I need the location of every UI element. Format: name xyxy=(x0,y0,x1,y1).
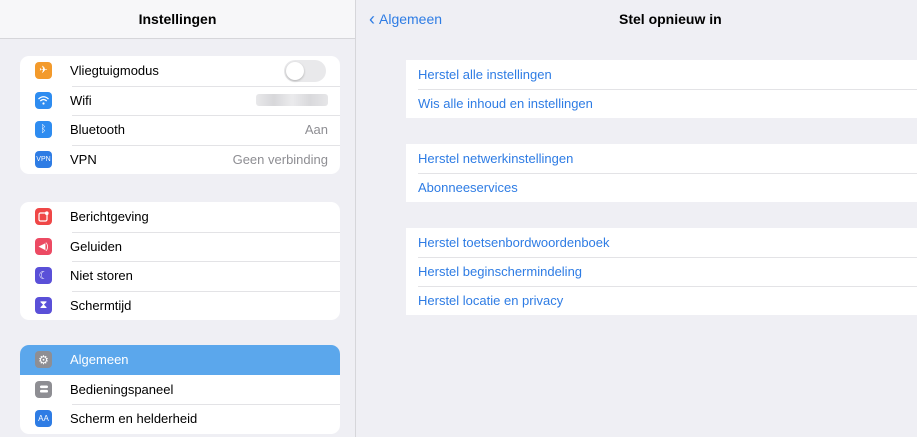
airplane-mode-toggle[interactable] xyxy=(284,59,326,82)
airplane-icon: ✈ xyxy=(35,62,52,80)
bluetooth-status: Aan xyxy=(304,122,328,138)
control-center-icon xyxy=(35,380,52,398)
notifications-icon xyxy=(35,208,52,226)
sidebar-item-label: Algemeen xyxy=(70,352,129,368)
reset-panel: ‹ Algemeen Stel opnieuw in Herstel alle … xyxy=(357,0,917,437)
sidebar-item-label: Schermtijd xyxy=(70,297,132,313)
sidebar-item-airplane-mode[interactable]: ✈ Vliegtuigmodus xyxy=(20,56,340,86)
hourglass-icon: ⧗ xyxy=(35,296,52,314)
navigation-bar: ‹ Algemeen Stel opnieuw in xyxy=(357,0,917,38)
back-button-label: Algemeen xyxy=(379,11,443,27)
sidebar-item-wifi[interactable]: Wifi xyxy=(20,85,340,116)
sidebar-title: Instellingen xyxy=(0,0,355,39)
connectivity-group: ✈ Vliegtuigmodus Wifi ᛒ Bluetooth Aan VP… xyxy=(20,56,340,174)
sidebar-item-label: VPN xyxy=(70,151,97,167)
sidebar-item-bluetooth[interactable]: ᛒ Bluetooth Aan xyxy=(20,115,340,145)
reset-group-settings: Herstel alle instellingen Wis alle inhou… xyxy=(406,60,917,118)
sidebar-item-control-center[interactable]: Bedieningspaneel xyxy=(20,375,340,405)
display-icon: AA xyxy=(35,410,52,428)
reset-group-network: Herstel netwerkinstellingen Abonneeservi… xyxy=(406,144,917,202)
sidebar-item-do-not-disturb[interactable]: ☾ Niet storen xyxy=(20,261,340,291)
sidebar-item-sounds[interactable]: ◀) Geluiden xyxy=(20,231,340,262)
reset-all-settings-button[interactable]: Herstel alle instellingen xyxy=(406,60,917,89)
page-title: Stel opnieuw in xyxy=(619,11,722,27)
sidebar-item-label: Bluetooth xyxy=(70,122,125,138)
reset-group-misc: Herstel toetsenbordwoordenboek Herstel b… xyxy=(406,228,917,315)
sidebar-item-label: Geluiden xyxy=(70,238,123,254)
moon-icon: ☾ xyxy=(35,267,52,285)
notifications-group: Berichtgeving ◀) Geluiden ☾ Niet storen … xyxy=(20,202,340,320)
sidebar-item-notifications[interactable]: Berichtgeving xyxy=(20,202,340,232)
wifi-icon xyxy=(35,91,52,109)
reset-network-settings-button[interactable]: Herstel netwerkinstellingen xyxy=(406,144,917,173)
wifi-network-name-blurred xyxy=(256,94,328,107)
sidebar-item-label: Wifi xyxy=(70,92,92,108)
subscriber-services-button[interactable]: Abonneeservices xyxy=(406,173,917,202)
reset-keyboard-dictionary-button[interactable]: Herstel toetsenbordwoordenboek xyxy=(406,228,917,257)
sidebar-item-display-brightness[interactable]: AA Scherm en helderheid xyxy=(20,404,340,434)
sidebar-item-vpn[interactable]: VPN VPN Geen verbinding xyxy=(20,144,340,175)
vpn-status: Geen verbinding xyxy=(232,151,328,167)
sidebar-item-general[interactable]: ⚙ Algemeen xyxy=(20,345,340,375)
reset-home-screen-layout-button[interactable]: Herstel beginschermindeling xyxy=(406,257,917,286)
sidebar-item-label: Bedieningspaneel xyxy=(70,381,174,397)
erase-all-content-button[interactable]: Wis alle inhoud en instellingen xyxy=(406,89,917,118)
chevron-left-icon: ‹ xyxy=(369,9,375,29)
vpn-icon: VPN xyxy=(35,150,52,168)
sidebar-item-screen-time[interactable]: ⧗ Schermtijd xyxy=(20,290,340,321)
sidebar-item-label: Berichtgeving xyxy=(70,209,149,225)
gear-icon: ⚙ xyxy=(35,351,52,369)
back-button[interactable]: ‹ Algemeen xyxy=(369,0,442,38)
bluetooth-icon: ᛒ xyxy=(35,121,52,139)
general-group: ⚙ Algemeen Bedieningspaneel AA Scherm en… xyxy=(20,345,340,434)
reset-location-privacy-button[interactable]: Herstel locatie en privacy xyxy=(406,286,917,315)
sound-icon: ◀) xyxy=(35,237,52,255)
sidebar-item-label: Scherm en helderheid xyxy=(70,411,198,427)
sidebar-item-label: Vliegtuigmodus xyxy=(70,63,159,79)
sidebar-item-label: Niet storen xyxy=(70,268,133,284)
settings-sidebar: Instellingen ✈ Vliegtuigmodus Wifi ᛒ Blu… xyxy=(0,0,356,437)
